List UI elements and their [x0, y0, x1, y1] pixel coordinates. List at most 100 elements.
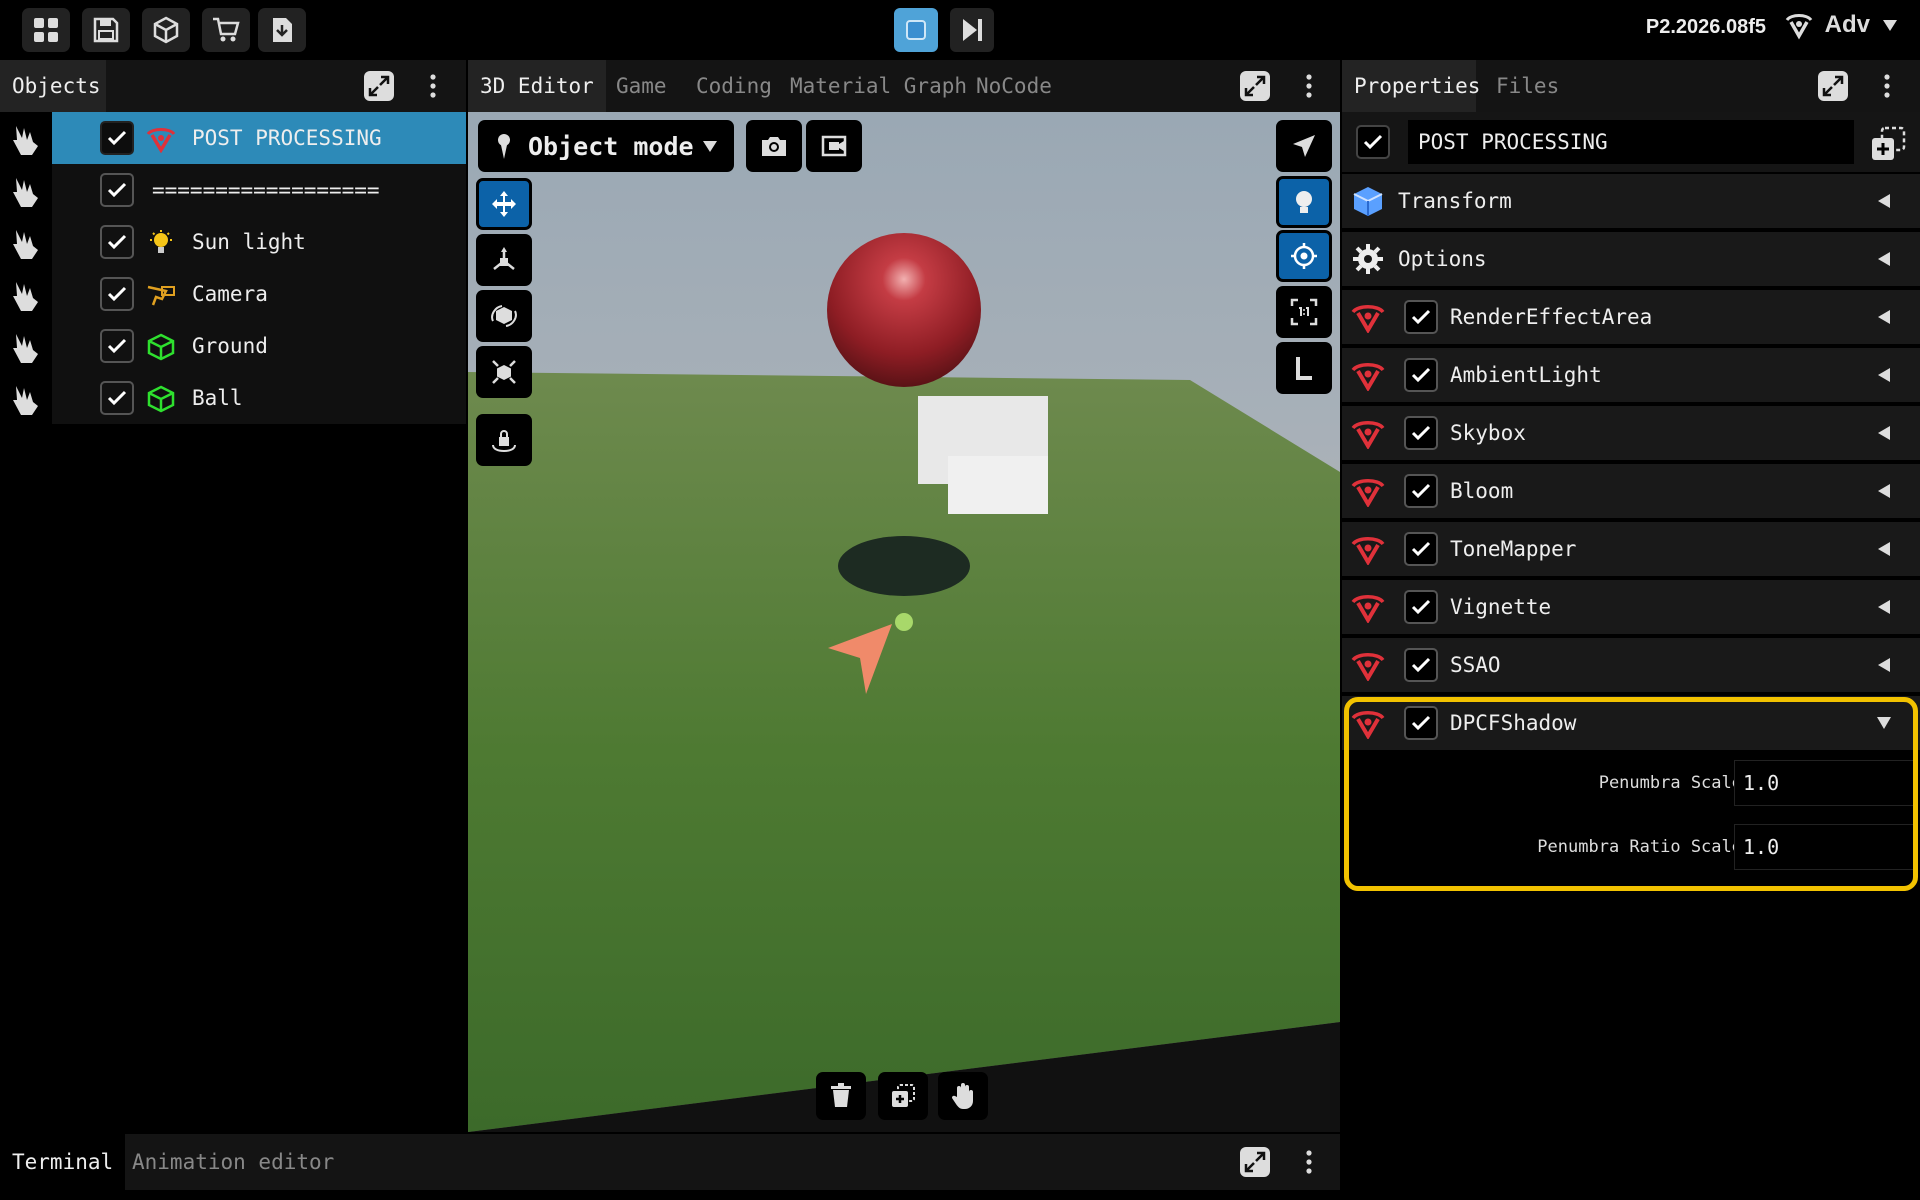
tab-nocode[interactable]: NoCode: [964, 60, 1064, 112]
assets-button[interactable]: [142, 8, 190, 52]
transform-tool-button[interactable]: [476, 234, 532, 286]
expand-bottom-button[interactable]: [1240, 1147, 1270, 1177]
list-item-ground[interactable]: Ground: [0, 320, 466, 372]
section-render-effect-area[interactable]: RenderEffectArea: [1342, 290, 1920, 344]
section-vignette[interactable]: Vignette: [1342, 580, 1920, 634]
focus-target-button[interactable]: [1276, 230, 1332, 282]
section-skybox[interactable]: Skybox: [1342, 406, 1920, 460]
bottom-menu-button[interactable]: [1294, 1147, 1324, 1177]
lighting-toggle-button[interactable]: [1276, 176, 1332, 228]
effect-enabled-checkbox[interactable]: [1404, 300, 1438, 334]
tab-properties[interactable]: Properties: [1342, 60, 1480, 112]
mesh-icon: [147, 333, 175, 361]
drag-hand-icon[interactable]: [8, 174, 44, 208]
box-icon: [153, 16, 179, 44]
visibility-checkbox[interactable]: [100, 329, 134, 363]
objects-panel-header: Objects: [0, 60, 466, 112]
drag-hand-icon[interactable]: [8, 382, 44, 416]
effect-enabled-checkbox[interactable]: [1404, 532, 1438, 566]
collapse-arrow-icon: [1878, 484, 1890, 498]
list-item-body: Ball: [52, 372, 466, 424]
apps-grid-button[interactable]: [22, 8, 70, 52]
section-options[interactable]: Options: [1342, 232, 1920, 286]
list-item-camera[interactable]: Camera: [0, 268, 466, 320]
editor-menu-button[interactable]: [1294, 71, 1324, 101]
scale-tool-button[interactable]: [476, 346, 532, 398]
object-mode-dropdown[interactable]: Object mode: [478, 120, 734, 172]
effect-enabled-checkbox[interactable]: [1404, 590, 1438, 624]
list-item-body: Camera: [52, 268, 466, 320]
cube-icon: [1353, 187, 1383, 216]
store-button[interactable]: [202, 8, 250, 52]
list-item-ball[interactable]: Ball: [0, 372, 466, 424]
camera-icon: [762, 137, 786, 156]
step-button[interactable]: [950, 8, 994, 52]
effect-enabled-checkbox[interactable]: [1404, 358, 1438, 392]
more-vertical-icon: [1884, 74, 1890, 98]
visibility-checkbox[interactable]: [100, 121, 134, 155]
list-item-separator[interactable]: ==================: [0, 164, 466, 216]
section-ssao[interactable]: SSAO: [1342, 638, 1920, 692]
tab-3d-editor[interactable]: 3D Editor: [468, 60, 606, 112]
section-label: Transform: [1398, 189, 1512, 213]
add-component-button[interactable]: [1868, 124, 1908, 164]
tab-terminal[interactable]: Terminal: [0, 1134, 126, 1190]
camera-icon: [147, 285, 175, 306]
collapse-arrow-icon: [1878, 542, 1890, 556]
select-tool-button[interactable]: [1276, 120, 1332, 172]
visibility-checkbox[interactable]: [100, 225, 134, 259]
expand-properties-button[interactable]: [1818, 71, 1848, 101]
drag-hand-icon[interactable]: [8, 330, 44, 364]
tab-coding[interactable]: Coding: [684, 60, 784, 112]
collapse-arrow-icon: [1878, 194, 1890, 208]
list-item-post-processing[interactable]: POST PROCESSING: [0, 112, 466, 164]
user-menu[interactable]: Adv: [1783, 10, 1900, 40]
expand-icon: [368, 75, 390, 97]
section-tone-mapper[interactable]: ToneMapper: [1342, 522, 1920, 576]
download-button[interactable]: [258, 8, 306, 52]
drag-hand-icon[interactable]: [8, 122, 44, 156]
effect-enabled-checkbox[interactable]: [1404, 648, 1438, 682]
objects-menu-button[interactable]: [418, 71, 448, 101]
stop-button[interactable]: [894, 8, 938, 52]
save-button[interactable]: [82, 8, 130, 52]
expand-editor-button[interactable]: [1240, 71, 1270, 101]
drag-hand-icon[interactable]: [8, 226, 44, 260]
section-bloom[interactable]: Bloom: [1342, 464, 1920, 518]
effect-enabled-checkbox[interactable]: [1404, 416, 1438, 450]
tab-material-graph[interactable]: Material Graph: [778, 60, 979, 112]
tab-game[interactable]: Game: [604, 60, 679, 112]
rotate-tool-button[interactable]: [476, 290, 532, 342]
view-camera-button[interactable]: [806, 120, 862, 172]
pan-button[interactable]: [938, 1072, 988, 1120]
3d-viewport[interactable]: Object mode: [468, 112, 1340, 1132]
more-vertical-icon: [1306, 74, 1312, 98]
list-item-sun-light[interactable]: Sun light: [0, 216, 466, 268]
section-label: AmbientLight: [1450, 363, 1602, 387]
effect-enabled-checkbox[interactable]: [1404, 474, 1438, 508]
tab-animation-editor[interactable]: Animation editor: [120, 1134, 346, 1190]
check-icon: [1411, 541, 1431, 557]
tab-files[interactable]: Files: [1484, 60, 1571, 112]
delete-button[interactable]: [816, 1072, 866, 1120]
object-enabled-checkbox[interactable]: [1356, 125, 1390, 159]
move-tool-button[interactable]: [476, 178, 532, 230]
visibility-checkbox[interactable]: [100, 381, 134, 415]
chevron-down-icon: [703, 141, 717, 152]
visibility-checkbox[interactable]: [100, 173, 134, 207]
screenshot-button[interactable]: [746, 120, 802, 172]
section-label: Skybox: [1450, 421, 1526, 445]
section-ambient-light[interactable]: AmbientLight: [1342, 348, 1920, 402]
lock-rotation-button[interactable]: [476, 414, 532, 466]
object-name-input[interactable]: POST PROCESSING: [1408, 120, 1854, 164]
local-space-button[interactable]: [1276, 342, 1332, 394]
expand-objects-button[interactable]: [364, 71, 394, 101]
actual-size-button[interactable]: [1276, 286, 1332, 338]
cart-icon: [213, 17, 240, 42]
duplicate-button[interactable]: [878, 1072, 928, 1120]
tab-objects[interactable]: Objects: [0, 60, 106, 112]
properties-menu-button[interactable]: [1872, 71, 1902, 101]
visibility-checkbox[interactable]: [100, 277, 134, 311]
drag-hand-icon[interactable]: [8, 278, 44, 312]
section-transform[interactable]: Transform: [1342, 174, 1920, 228]
